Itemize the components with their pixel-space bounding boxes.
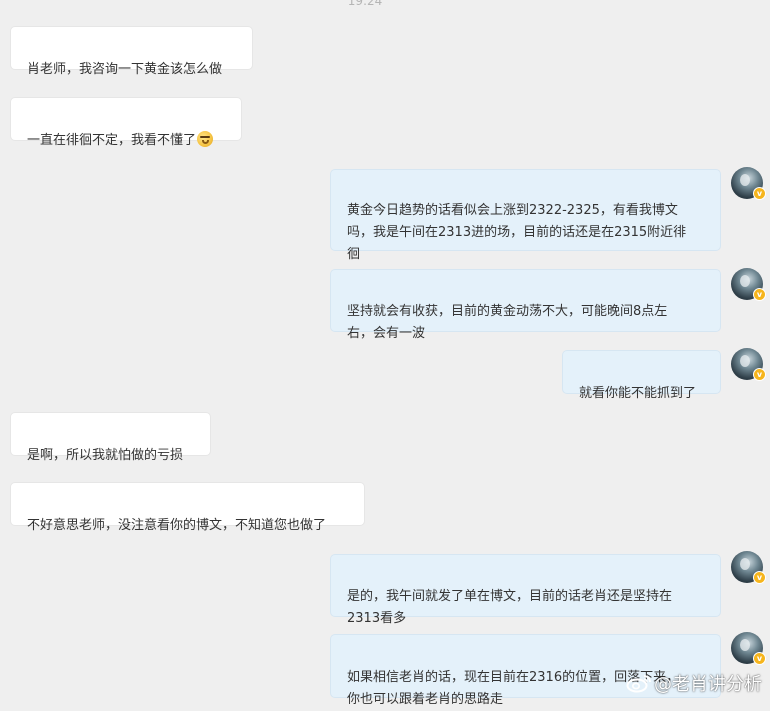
message-text: 肖老师，我咨询一下黄金该怎么做 [27, 62, 223, 77]
verified-badge-icon: v [753, 652, 766, 665]
message-bubble-received[interactable]: 一直在徘徊不定，我看不懂了 [11, 98, 241, 148]
message-bubble-sent[interactable]: 坚持就会有收获，目前的黄金动荡不大，可能晚间8点左 右，会有一波 [331, 270, 720, 341]
message-bubble-sent[interactable]: 黄金今日趋势的话看似会上涨到2322-2325，有看我博文 吗，我是午间在231… [331, 170, 720, 262]
message-text: 是啊，所以我就怕做的亏损 [27, 448, 184, 463]
verified-badge-icon: v [753, 571, 766, 584]
message-text: 就看你能不能抓到了 [579, 386, 697, 401]
verified-badge-icon: v [753, 187, 766, 200]
watermark-text: @老肖讲分析 [654, 674, 762, 695]
avatar[interactable]: v [731, 551, 766, 584]
weibo-logo-icon [626, 675, 651, 693]
avatar[interactable]: v [731, 348, 766, 381]
avatar[interactable]: v [731, 268, 766, 301]
verified-badge-icon: v [753, 368, 766, 381]
message-bubble-sent[interactable]: 就看你能不能抓到了 [563, 351, 720, 401]
message-bubble-received[interactable]: 肖老师，我咨询一下黄金该怎么做 [11, 27, 252, 77]
message-text: 是的，我午间就发了单在博文，目前的话老肖还是坚持在 2313看多 [347, 589, 673, 626]
message-text: 一直在徘徊不定，我看不懂了 [27, 133, 197, 148]
weibo-watermark: @老肖讲分析 [626, 671, 762, 695]
message-timestamp: 19:24 [347, 0, 383, 8]
message-text: 坚持就会有收获，目前的黄金动荡不大，可能晚间8点左 右，会有一波 [347, 304, 668, 341]
message-bubble-received[interactable]: 是啊，所以我就怕做的亏损 [11, 413, 210, 463]
laughing-crying-emoji-icon [197, 131, 214, 147]
message-bubble-sent[interactable]: 是的，我午间就发了单在博文，目前的话老肖还是坚持在 2313看多 [331, 555, 720, 626]
avatar[interactable]: v [731, 167, 766, 200]
message-text: 不好意思老师，没注意看你的博文，不知道您也做了 [27, 518, 327, 533]
message-text: 黄金今日趋势的话看似会上涨到2322-2325，有看我博文 吗，我是午间在231… [347, 203, 687, 262]
avatar[interactable]: v [731, 632, 766, 665]
verified-badge-icon: v [753, 288, 766, 301]
message-bubble-received[interactable]: 不好意思老师，没注意看你的博文，不知道您也做了 [11, 483, 364, 533]
